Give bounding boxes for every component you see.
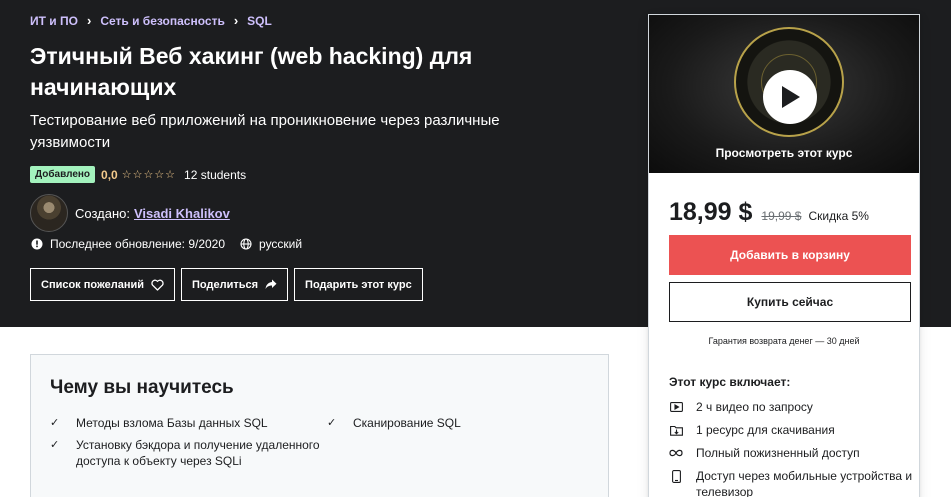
gift-label: Подарить этот курс xyxy=(305,278,412,291)
rating-value: 0,0 xyxy=(101,167,118,182)
wishlist-label: Список пожеланий xyxy=(41,278,145,291)
course-title: Этичный Веб хакинг (web hacking) для нач… xyxy=(30,43,473,100)
rating-row: Добавлено 0,0 ☆☆☆☆☆ 12 students xyxy=(30,166,246,183)
includes-item: Доступ через мобильные устройства и теле… xyxy=(669,468,914,497)
meta-row: Последнее обновление: 9/2020 русский xyxy=(30,237,302,251)
includes-item: Полный пожизненный доступ xyxy=(669,445,914,461)
chevron-right-icon: › xyxy=(233,13,239,28)
share-label: Поделиться xyxy=(192,278,259,291)
created-label: Создано: xyxy=(75,205,130,221)
breadcrumb-sql[interactable]: SQL xyxy=(247,14,272,28)
current-price: 18,99 $ xyxy=(669,198,753,226)
last-updated: Последнее обновление: 9/2020 xyxy=(50,237,226,251)
wishlist-button[interactable]: Список пожеланий xyxy=(30,268,176,301)
includes-item-label: 2 ч видео по запросу xyxy=(696,400,813,414)
breadcrumb-it[interactable]: ИТ и ПО xyxy=(30,14,78,28)
course-preview[interactable]: Просмотреть этот курс xyxy=(649,15,919,173)
buy-now-button[interactable]: Купить сейчас xyxy=(669,282,911,322)
video-icon xyxy=(669,400,683,414)
action-buttons: Список пожеланий Поделиться Подарить это… xyxy=(30,268,429,301)
status-badge: Добавлено xyxy=(30,166,96,183)
learn-item: ✓ Методы взлома Базы данных SQL xyxy=(50,415,327,431)
includes-title: Этот курс включает: xyxy=(669,375,791,389)
breadcrumb: ИТ и ПО › Сеть и безопасность › SQL xyxy=(30,13,272,28)
add-to-cart-button[interactable]: Добавить в корзину xyxy=(669,235,911,275)
includes-item-label: Доступ через мобильные устройства и теле… xyxy=(696,469,913,497)
price-row: 18,99 $ 19,99 $ Скидка 5% xyxy=(669,198,869,227)
course-subtitle: Тестирование веб приложений на проникнов… xyxy=(30,112,500,151)
star-rating-icon: ☆☆☆☆☆ xyxy=(121,169,177,181)
course-language: русский xyxy=(259,237,303,251)
check-icon: ✓ xyxy=(50,439,60,451)
chevron-right-icon: › xyxy=(86,13,92,28)
learn-item: ✓ Установку бэкдора и получение удаленно… xyxy=(50,437,327,469)
includes-item-label: 1 ресурс для скачивания xyxy=(696,423,835,437)
includes-item-label: Полный пожизненный доступ xyxy=(696,446,860,460)
discount-label: Скидка 5% xyxy=(808,209,869,223)
play-icon[interactable] xyxy=(763,70,817,124)
includes-item: 2 ч видео по запросу xyxy=(669,399,914,415)
avatar[interactable] xyxy=(30,194,68,232)
preview-label[interactable]: Просмотреть этот курс xyxy=(649,146,919,160)
purchase-card: Просмотреть этот курс 18,99 $ 19,99 $ Ск… xyxy=(648,14,920,497)
learn-list: ✓ Методы взлома Базы данных SQL ✓ Сканир… xyxy=(50,415,590,469)
alert-badge-icon xyxy=(30,238,43,251)
learn-item-text: Методы взлома Базы данных SQL xyxy=(76,416,268,430)
original-price: 19,99 $ xyxy=(761,209,802,223)
share-arrow-icon xyxy=(265,279,277,290)
globe-icon xyxy=(239,238,252,251)
includes-item: 1 ресурс для скачивания xyxy=(669,422,914,438)
includes-list: 2 ч видео по запросу 1 ресурс для скачив… xyxy=(669,399,914,497)
author-row: Создано: Visadi Khalikov xyxy=(30,194,230,232)
share-button[interactable]: Поделиться xyxy=(181,268,289,301)
check-icon: ✓ xyxy=(50,417,60,429)
infinity-icon xyxy=(669,446,683,460)
heart-icon xyxy=(151,279,164,291)
check-icon: ✓ xyxy=(327,417,337,429)
file-icon xyxy=(669,423,683,437)
author-link[interactable]: Visadi Khalikov xyxy=(134,206,230,221)
learn-item: ✓ Сканирование SQL xyxy=(327,415,590,431)
learn-title: Чему вы научитесь xyxy=(50,377,234,398)
learn-item-text: Установку бэкдора и получение удаленного… xyxy=(76,438,320,468)
what-you-learn: Чему вы научитесь ✓ Методы взлома Базы д… xyxy=(30,354,609,497)
money-back-guarantee: Гарантия возврата денег — 30 дней xyxy=(708,336,860,346)
students-count[interactable]: 12 students xyxy=(184,168,246,182)
mobile-icon xyxy=(669,469,683,483)
learn-item-text: Сканирование SQL xyxy=(353,416,461,430)
breadcrumb-network-security[interactable]: Сеть и безопасность xyxy=(100,14,225,28)
gift-course-button[interactable]: Подарить этот курс xyxy=(294,268,423,301)
